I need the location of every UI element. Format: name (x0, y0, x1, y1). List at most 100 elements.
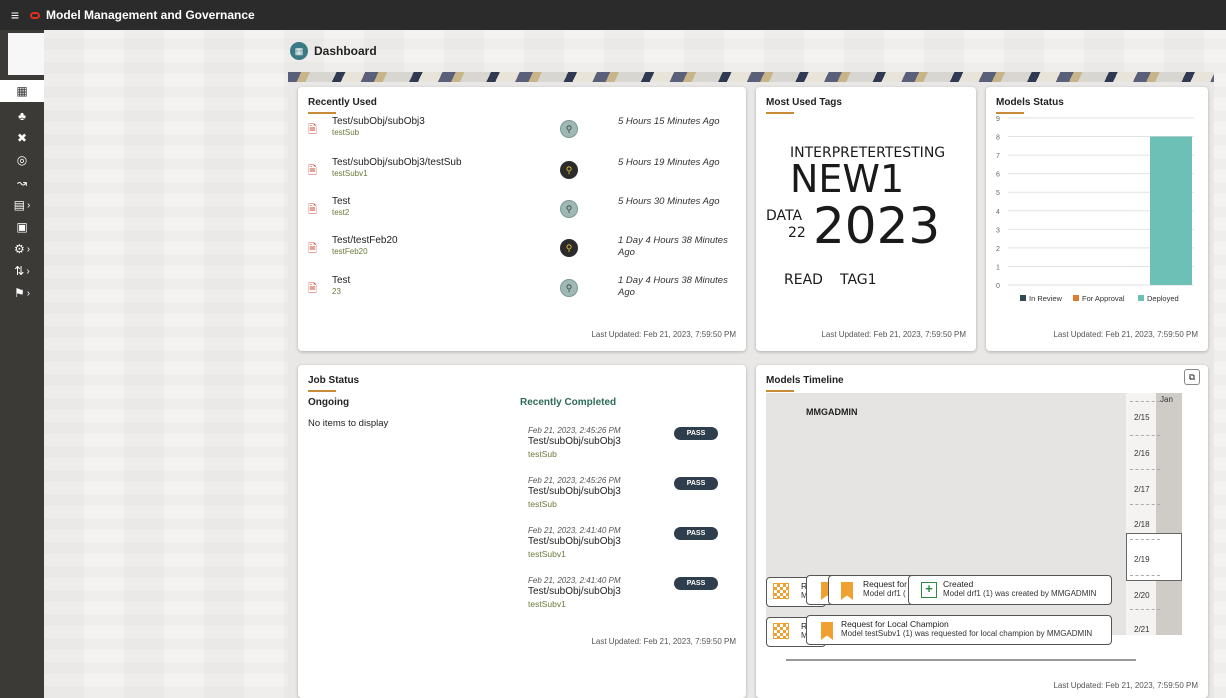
network-icon: ▣ (16, 220, 28, 234)
y-tick-label: 6 (996, 172, 1000, 179)
job-date: Feb 21, 2023, 2:41:40 PM (528, 526, 621, 535)
item-path[interactable]: Test (332, 275, 350, 286)
chevron-right-icon: › (26, 287, 31, 299)
file-icon: 🗎 (308, 165, 317, 177)
item-path[interactable]: Test/subObj/subObj3/testSub (332, 157, 462, 168)
y-tick-label: 7 (996, 153, 1000, 160)
sidebar-item-network[interactable]: ▣ (0, 216, 44, 238)
ongoing-heading: Ongoing (308, 397, 350, 408)
timeline-dates: Jan 2/15 2/16 2/17 2/18 2/19 2/20 2/21 (1126, 393, 1182, 635)
most-used-tags-card: Most Used Tags INTERPRETERTESTING NEW1 D… (756, 87, 976, 351)
job-row[interactable]: Feb 21, 2023, 2:41:40 PM Test/subObj/sub… (528, 576, 728, 628)
bookmark-icon (841, 582, 853, 600)
tag-2023[interactable]: 2023 (813, 197, 940, 255)
sidebar-item-workflow[interactable]: ↝ (0, 172, 44, 194)
sidebar-item-settings[interactable]: ⚙ › (0, 238, 44, 260)
tag-new1[interactable]: NEW1 (790, 157, 904, 201)
job-row[interactable]: Feb 21, 2023, 2:41:40 PM Test/subObj/sub… (528, 526, 728, 578)
hamburger-menu-icon[interactable]: ≡ (0, 7, 30, 23)
status-badge: PASS (674, 477, 718, 490)
job-path[interactable]: Test/subObj/subObj3 (528, 486, 621, 497)
title-underline (308, 390, 336, 392)
building-icon: ⚑ (13, 286, 25, 300)
date-divider (1130, 435, 1160, 436)
hierarchy-icon: ♣ (18, 109, 26, 123)
item-version: test2 (332, 208, 350, 217)
job-version: testSub (528, 499, 557, 509)
checkered-flag-icon (773, 583, 789, 599)
last-updated: Last Updated: Feb 21, 2023, 7:59:50 PM (821, 330, 966, 339)
card-title: Models Timeline (766, 375, 844, 386)
list-item[interactable]: 🗎 Test test2 ⚲ 5 Hours 30 Minutes Ago (308, 196, 738, 236)
job-path[interactable]: Test/subObj/subObj3 (528, 536, 621, 547)
timeline-user: MMGADMIN (806, 407, 858, 417)
job-row[interactable]: Feb 21, 2023, 2:45:26 PM Test/subObj/sub… (528, 476, 728, 528)
sidebar-item-dashboard[interactable]: ▦ (0, 80, 44, 102)
legend-label[interactable]: For Approval (1082, 294, 1125, 303)
item-time: 5 Hours 19 Minutes Ago (618, 157, 720, 168)
job-version: testSub (528, 449, 557, 459)
timeline-event-card[interactable]: + Created Model drf1 (1) was created by … (908, 575, 1112, 605)
y-tick-label: 1 (996, 264, 1000, 271)
job-path[interactable]: Test/subObj/subObj3 (528, 436, 621, 447)
title-underline (308, 112, 336, 114)
title-underline (766, 390, 794, 392)
job-row[interactable]: Feb 21, 2023, 2:45:26 PM Test/subObj/sub… (528, 426, 728, 478)
status-badge: PASS (674, 577, 718, 590)
timeline-month: Jan (1160, 395, 1173, 404)
timeline-overview-strip[interactable]: Jan (1126, 393, 1182, 635)
event-text: Model drf1 (1) was created by MMGADMIN (943, 589, 1097, 598)
bar-deployed[interactable] (1150, 136, 1192, 285)
file-icon: 🗎 (308, 243, 317, 255)
sidebar-item-transfer[interactable]: ⇅ › (0, 260, 44, 282)
sidebar-item-admin[interactable]: ⚑ › (0, 282, 44, 304)
legend-label[interactable]: In Review (1029, 294, 1063, 303)
decorative-banner (288, 72, 1214, 82)
tag-read[interactable]: READ (784, 272, 823, 288)
item-path[interactable]: Test/subObj/subObj3 (332, 116, 425, 127)
chevron-right-icon: › (26, 243, 31, 255)
list-item[interactable]: 🗎 Test/subObj/subObj3 testSub ⚲ 5 Hours … (308, 116, 738, 156)
job-status-card: Job Status Ongoing No items to display R… (298, 365, 746, 698)
item-time: 5 Hours 15 Minutes Ago (618, 116, 720, 127)
bookmark-icon (821, 622, 833, 640)
date-divider (1130, 609, 1160, 610)
sidebar-item-search[interactable]: ◎ (0, 149, 44, 171)
transfer-icon: ⇅ (14, 264, 25, 278)
y-tick-label: 5 (996, 190, 1000, 197)
job-date: Feb 21, 2023, 2:45:26 PM (528, 476, 621, 485)
dashboard-icon: ▦ (16, 84, 28, 98)
horizontal-scrollbar[interactable] (786, 659, 1136, 661)
legend-label[interactable]: Deployed (1147, 294, 1179, 303)
recently-completed-heading: Recently Completed (520, 397, 617, 408)
job-path[interactable]: Test/subObj/subObj3 (528, 586, 621, 597)
list-item[interactable]: 🗎 Test/testFeb20 testFeb20 ⚲ 1 Day 4 Hou… (308, 235, 738, 275)
item-path[interactable]: Test/testFeb20 (332, 235, 398, 246)
last-updated: Last Updated: Feb 21, 2023, 7:59:50 PM (591, 637, 736, 646)
ongoing-empty-text: No items to display (308, 418, 389, 429)
list-item[interactable]: 🗎 Test 23 ⚲ 1 Day 4 Hours 38 Minutes Ago (308, 275, 738, 315)
tag-data[interactable]: DATA (766, 208, 802, 224)
tag-22[interactable]: 22 (788, 225, 806, 241)
date-divider (1130, 504, 1160, 505)
timeline-event-card[interactable]: Request for Model drf1 ( (828, 575, 914, 605)
sidebar-header (8, 33, 44, 75)
app-title: Model Management and Governance (46, 8, 255, 22)
expand-icon[interactable]: ⧉ (1184, 369, 1200, 385)
top-bar: ≡ Model Management and Governance (0, 0, 1226, 30)
status-badge: PASS (674, 527, 718, 540)
list-item[interactable]: 🗎 Test/subObj/subObj3/testSub testSubv1 … (308, 157, 738, 197)
models-timeline-card: Models Timeline ⧉ MMGADMIN Jan 2/15 2/16… (756, 365, 1208, 698)
sidebar-item-models[interactable]: ♣ (0, 105, 44, 127)
sidebar-item-tools[interactable]: ✖ (0, 127, 44, 149)
event-text: Model drf1 ( (863, 589, 906, 598)
item-path[interactable]: Test (332, 196, 350, 207)
timeline-event-card[interactable]: Request for Local Champion Model testSub… (806, 615, 1112, 645)
date-label: 2/21 (1134, 625, 1150, 634)
timeline-area[interactable]: MMGADMIN Jan 2/15 2/16 2/17 2/18 2/19 2/… (766, 393, 1182, 661)
card-title: Job Status (308, 375, 360, 386)
tag-tag1[interactable]: TAG1 (840, 272, 877, 288)
last-updated: Last Updated: Feb 21, 2023, 7:59:50 PM (591, 330, 736, 339)
sidebar-item-reports[interactable]: ▤ › (0, 194, 44, 216)
date-label: 2/20 (1134, 591, 1150, 600)
